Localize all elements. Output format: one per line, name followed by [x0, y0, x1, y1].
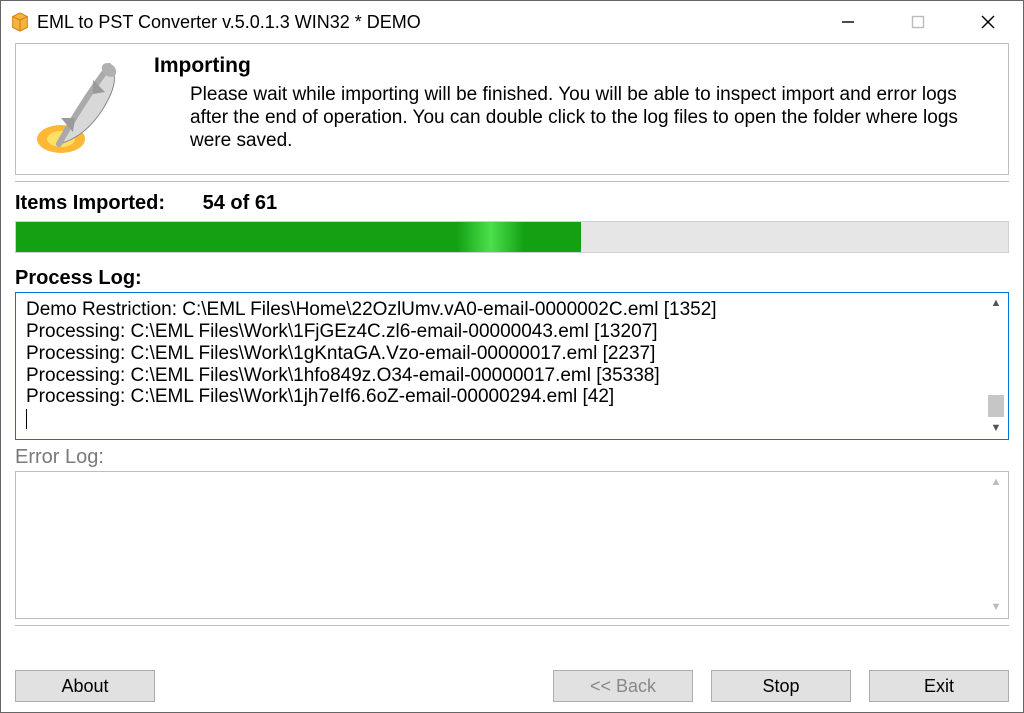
error-log-label: Error Log:: [15, 446, 1009, 469]
process-log-line: Processing: C:\EML Files\Work\1jh7eIf6.6…: [26, 386, 998, 408]
items-imported-row: Items Imported: 54 of 61: [15, 192, 1009, 215]
window-title: EML to PST Converter v.5.0.1.3 WIN32 * D…: [37, 12, 813, 33]
app-icon: [9, 11, 31, 33]
header-title: Importing: [154, 54, 998, 78]
maximize-button[interactable]: [883, 1, 953, 43]
scroll-down-icon[interactable]: ▼: [991, 422, 1002, 435]
header-panel: Importing Please wait while importing wi…: [15, 43, 1009, 175]
process-log-line: Processing: C:\EML Files\Work\1FjGEz4C.z…: [26, 321, 998, 343]
items-imported-label: Items Imported:: [15, 192, 165, 214]
error-log-scrollbar[interactable]: ▲ ▼: [984, 472, 1008, 618]
exit-button[interactable]: Exit: [869, 670, 1009, 702]
about-button[interactable]: About: [15, 670, 155, 702]
process-log-label: Process Log:: [15, 267, 1009, 290]
close-button[interactable]: [953, 1, 1023, 43]
divider: [15, 625, 1009, 626]
stop-button[interactable]: Stop: [711, 670, 851, 702]
process-log-line: Demo Restriction: C:\EML Files\Home\22Oz…: [26, 299, 998, 321]
scroll-up-icon[interactable]: ▲: [991, 476, 1002, 489]
progress-bar: [15, 221, 1009, 253]
button-row: About << Back Stop Exit: [15, 662, 1009, 702]
scroll-down-icon[interactable]: ▼: [991, 601, 1002, 614]
process-log-box[interactable]: Demo Restriction: C:\EML Files\Home\22Oz…: [15, 292, 1009, 440]
header-description: Please wait while importing will be fini…: [154, 84, 998, 152]
app-window: EML to PST Converter v.5.0.1.3 WIN32 * D…: [0, 0, 1024, 713]
text-caret: [26, 409, 27, 429]
titlebar: EML to PST Converter v.5.0.1.3 WIN32 * D…: [1, 1, 1023, 43]
scroll-thumb[interactable]: [988, 395, 1004, 417]
rocket-icon: [26, 54, 136, 164]
progress-bar-fill: [16, 222, 581, 252]
error-log-box[interactable]: ▲ ▼: [15, 471, 1009, 619]
scroll-up-icon[interactable]: ▲: [991, 297, 1002, 310]
back-button[interactable]: << Back: [553, 670, 693, 702]
process-log-scrollbar[interactable]: ▲ ▼: [984, 293, 1008, 439]
divider: [15, 181, 1009, 182]
content-area: Importing Please wait while importing wi…: [1, 43, 1023, 712]
process-log-line: Processing: C:\EML Files\Work\1hfo849z.O…: [26, 365, 998, 387]
window-controls: [813, 1, 1023, 43]
minimize-button[interactable]: [813, 1, 883, 43]
process-log-line: Processing: C:\EML Files\Work\1gKntaGA.V…: [26, 343, 998, 365]
items-imported-count: 54 of 61: [203, 192, 277, 215]
